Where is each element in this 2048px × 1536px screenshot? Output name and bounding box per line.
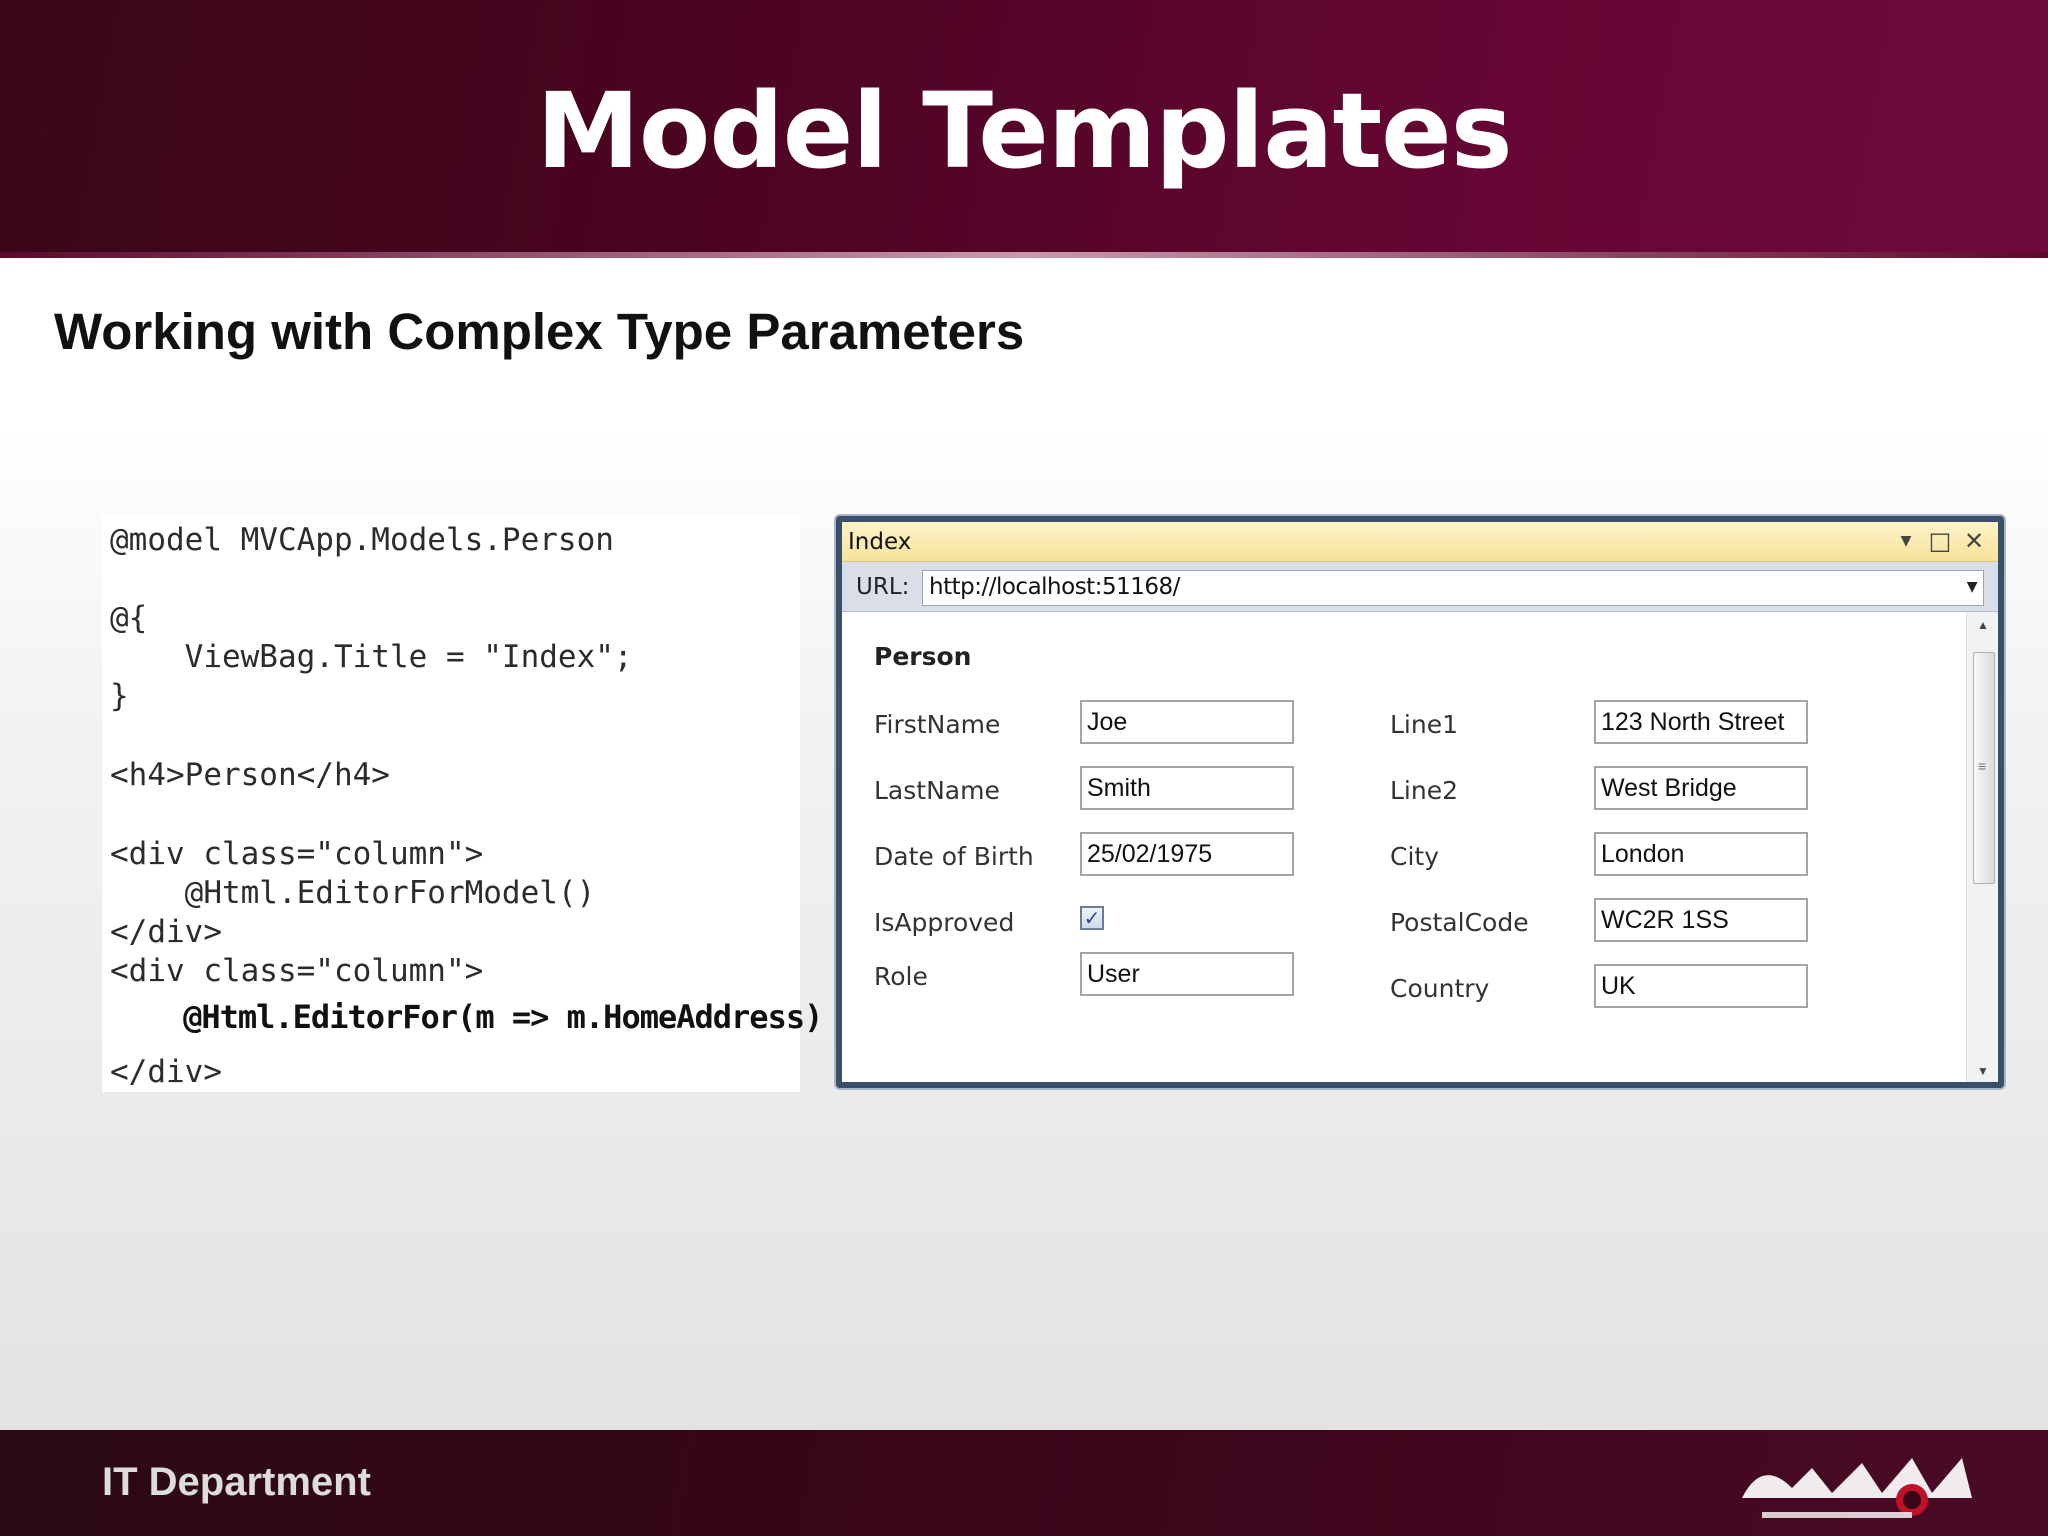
dropdown-icon[interactable]: ▼ [1892,526,1920,556]
country-label: Country [1390,974,1490,1003]
vertical-scrollbar[interactable]: ▲ ≡ ▼ [1966,612,1998,1082]
tab-title[interactable]: Index [848,529,911,555]
lastname-label: LastName [874,776,1000,805]
slide-title: Model Templates [536,70,1512,192]
code-line: <div class="column"> [110,836,484,872]
country-input[interactable]: UK [1594,964,1808,1008]
isapproved-label: IsApproved [874,908,1015,937]
code-line-highlight: @Html.EditorFor(m => m.HomeAddress) [110,998,823,1036]
dob-input[interactable]: 25/02/1975 [1080,832,1294,876]
firstname-input[interactable]: Joe [1080,700,1294,744]
postalcode-input[interactable]: WC2R 1SS [1594,898,1808,942]
company-logo [1742,1458,1972,1518]
url-input[interactable]: http://localhost:51168/ ▼ [922,570,1984,606]
scroll-thumb[interactable]: ≡ [1973,652,1995,884]
city-label: City [1390,842,1439,871]
code-line: } [110,678,129,714]
line1-label: Line1 [1390,710,1459,739]
isapproved-checkbox[interactable]: ✓ [1080,906,1104,930]
footer-department: IT Department [102,1460,371,1504]
role-label: Role [874,962,928,991]
window-titlebar: Index ▼ □ ✕ [842,522,1998,562]
code-line: </div> [110,914,222,950]
lastname-input[interactable]: Smith [1080,766,1294,810]
code-panel: @model MVCApp.Models.Person @{ ViewBag.T… [102,514,823,1092]
maximize-icon[interactable]: □ [1926,526,1954,556]
code-line: <div class="column"> [110,953,484,989]
scroll-up-icon[interactable]: ▲ [1967,618,1999,632]
city-input[interactable]: London [1594,832,1808,876]
line2-input[interactable]: West Bridge [1594,766,1808,810]
browser-window: Index ▼ □ ✕ URL: http://localhost:51168/… [836,516,2004,1088]
code-line: </div> [110,1054,222,1090]
code-line: @Html.EditorForModel() [110,875,596,911]
header-divider [0,252,2048,258]
code-line: ViewBag.Title = "Index"; [110,639,633,675]
postalcode-label: PostalCode [1390,908,1529,937]
url-label: URL: [856,574,910,600]
line2-label: Line2 [1390,776,1459,805]
code-line: @model MVCApp.Models.Person [110,522,614,558]
person-heading: Person [874,642,972,671]
url-dropdown-icon[interactable]: ▼ [1967,579,1978,595]
close-icon[interactable]: ✕ [1960,526,1988,556]
scroll-down-icon[interactable]: ▼ [1967,1064,1999,1078]
firstname-label: FirstName [874,710,1001,739]
code-line: <h4>Person</h4> [110,757,390,793]
url-bar: URL: http://localhost:51168/ ▼ [842,562,1998,612]
grip-icon: ≡ [1978,758,1987,774]
slide-footer: IT Department [0,1430,2048,1536]
code-line: @{ [110,600,148,636]
role-input[interactable]: User [1080,952,1294,996]
dob-label: Date of Birth [874,842,1034,871]
line1-input[interactable]: 123 North Street [1594,700,1808,744]
page-content: Person FirstName Joe LastName Smith Date… [842,612,1966,1082]
url-value: http://localhost:51168/ [929,574,1180,600]
slide-subtitle: Working with Complex Type Parameters [54,303,1025,360]
